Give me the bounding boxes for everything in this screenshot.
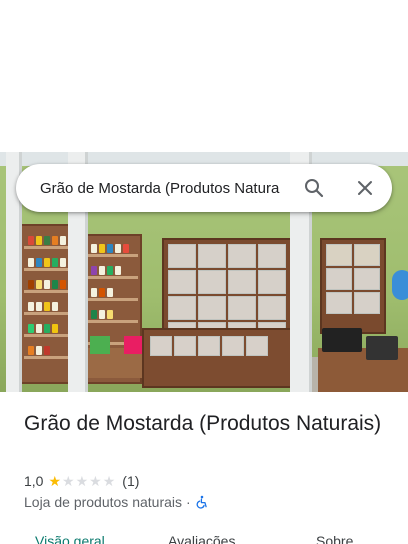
photo-bin-counter [142, 328, 292, 388]
place-category: Loja de produtos naturais [24, 494, 182, 510]
close-icon [358, 181, 372, 195]
rating-value: 1,0 [24, 473, 44, 489]
place-tabs: Visão geral Avaliações Sobre [0, 530, 408, 544]
search-input[interactable]: Grão de Mostarda (Produtos Natura [40, 179, 292, 199]
category-row: Loja de produtos naturais · [24, 493, 209, 511]
search-icon [305, 179, 324, 198]
photo-shelf-right [320, 238, 386, 334]
star-empty-icon: ★ [62, 473, 75, 489]
tab-overview[interactable]: Visão geral [35, 532, 105, 544]
rating-row[interactable]: 1,0 ★ ★ ★ ★ ★ (1) [24, 472, 139, 490]
search-bar[interactable]: Grão de Mostarda (Produtos Natura [16, 164, 392, 212]
photo-product-boxes [90, 336, 110, 354]
tab-reviews[interactable]: Avaliações [168, 532, 235, 544]
place-title: Grão de Mostarda (Produtos Naturais) [24, 412, 382, 435]
review-count[interactable]: (1) [122, 472, 139, 490]
star-empty-icon: ★ [89, 473, 102, 489]
tab-about[interactable]: Sobre [316, 532, 353, 544]
star-filled-icon: ★ [48, 473, 62, 489]
wheelchair-icon [196, 495, 207, 509]
star-empty-icon: ★ [75, 473, 89, 489]
photo-wall-sign [392, 270, 408, 300]
search-button[interactable] [302, 176, 326, 200]
separator: · [186, 494, 191, 510]
photo-register [322, 328, 362, 352]
rating-stars: ★ ★ ★ ★ ★ [48, 474, 116, 488]
star-empty-icon: ★ [102, 473, 116, 489]
close-button[interactable] [353, 176, 377, 200]
